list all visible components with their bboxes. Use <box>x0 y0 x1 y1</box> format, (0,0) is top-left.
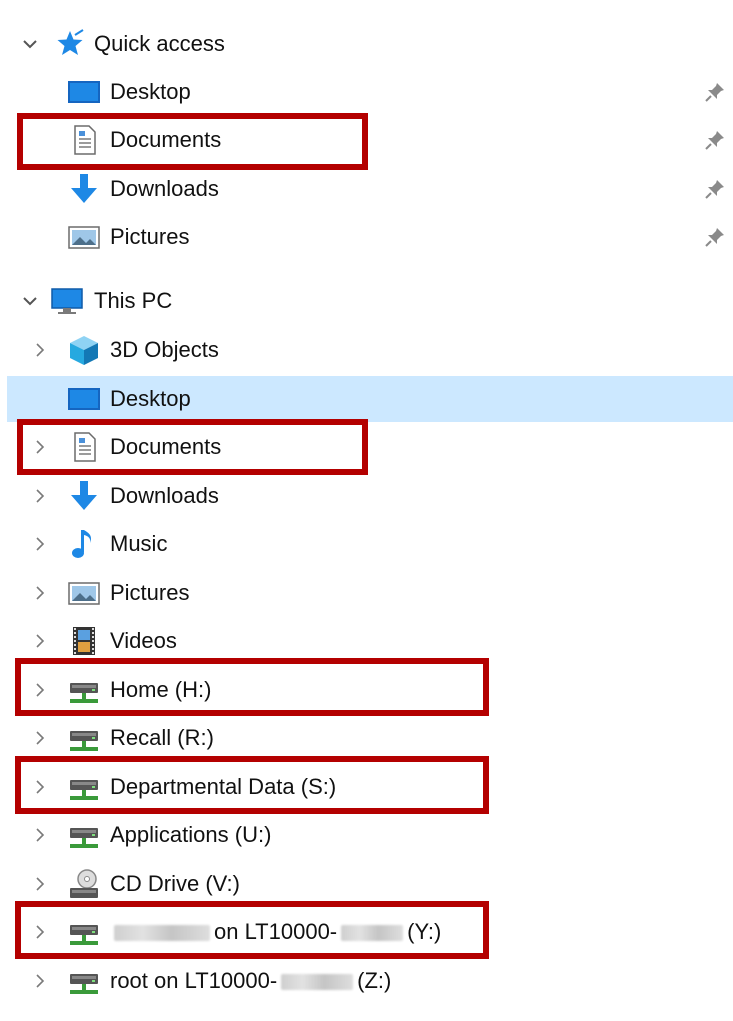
pin-icon[interactable] <box>703 225 727 249</box>
item-label: Applications (U:) <box>110 822 272 847</box>
item-label: Videos <box>110 628 177 653</box>
network-drive-icon <box>67 915 101 949</box>
item-label: 3D Objects <box>110 337 219 362</box>
chevron-right-icon[interactable] <box>32 585 48 601</box>
network-drive-icon <box>67 770 101 804</box>
redacted-text <box>114 925 210 942</box>
this-pc-item-documents[interactable]: Documents <box>0 424 733 470</box>
downloads-icon <box>67 172 101 206</box>
item-label: Home (H:) <box>110 677 212 702</box>
this-pc-item-desktop[interactable]: Desktop <box>7 376 733 422</box>
item-label: on LT10000- (Y:) <box>110 918 441 946</box>
downloads-icon <box>67 479 101 513</box>
chevron-right-icon[interactable] <box>32 827 48 843</box>
this-pc-item-departmental-drive[interactable]: Departmental Data (S:) <box>0 764 733 810</box>
chevron-right-icon[interactable] <box>32 342 48 358</box>
pin-icon[interactable] <box>703 128 727 152</box>
this-pc-label: This PC <box>94 288 173 313</box>
this-pc-item-cd-drive[interactable]: CD Drive (V:) <box>0 861 733 907</box>
item-label: Desktop <box>110 386 191 411</box>
quick-access-item-pictures[interactable]: Pictures <box>0 214 733 260</box>
this-pc-item-3d-objects[interactable]: 3D Objects <box>0 327 733 373</box>
documents-icon <box>67 123 101 157</box>
chevron-right-icon[interactable] <box>32 876 48 892</box>
this-pc-item-videos[interactable]: Videos <box>0 618 733 664</box>
item-label: root on LT10000- (Z:) <box>110 967 391 995</box>
desktop-icon <box>67 75 101 109</box>
network-drive-icon <box>67 818 101 852</box>
redacted-text <box>341 925 404 942</box>
3d-objects-icon <box>67 333 101 367</box>
this-pc-header[interactable]: This PC <box>0 278 733 324</box>
this-pc-item-z-drive[interactable]: root on LT10000- (Z:) <box>0 958 733 1004</box>
quick-access-header[interactable]: Quick access <box>0 21 733 67</box>
redacted-text <box>281 974 354 991</box>
this-pc-item-music[interactable]: Music <box>0 521 733 567</box>
pin-icon[interactable] <box>703 177 727 201</box>
this-pc-item-pictures[interactable]: Pictures <box>0 570 733 616</box>
chevron-right-icon[interactable] <box>32 536 48 552</box>
documents-icon <box>67 430 101 464</box>
chevron-right-icon[interactable] <box>32 488 48 504</box>
this-pc-item-downloads[interactable]: Downloads <box>0 473 733 519</box>
item-label: Documents <box>110 127 222 152</box>
chevron-right-icon[interactable] <box>32 973 48 989</box>
label-part: root on LT10000- <box>110 968 278 993</box>
item-label: Downloads <box>110 483 219 508</box>
computer-icon <box>50 284 84 318</box>
navigation-pane: Quick access Desktop Documents Downloads <box>0 0 733 1021</box>
item-label: Recall (R:) <box>110 725 214 750</box>
item-label: Pictures <box>110 580 190 605</box>
videos-icon <box>67 624 101 658</box>
this-pc-item-applications-drive[interactable]: Applications (U:) <box>0 812 733 858</box>
chevron-right-icon[interactable] <box>32 924 48 940</box>
desktop-icon <box>67 382 101 416</box>
chevron-down-icon[interactable] <box>22 36 38 52</box>
chevron-right-icon[interactable] <box>32 682 48 698</box>
quick-access-item-documents[interactable]: Documents <box>0 117 733 163</box>
chevron-right-icon[interactable] <box>32 633 48 649</box>
item-label: Pictures <box>110 224 190 249</box>
chevron-right-icon[interactable] <box>32 439 48 455</box>
chevron-down-icon[interactable] <box>22 293 38 309</box>
network-drive-icon <box>67 673 101 707</box>
this-pc-item-recall-drive[interactable]: Recall (R:) <box>0 715 733 761</box>
pin-icon[interactable] <box>703 80 727 104</box>
quick-access-item-desktop[interactable]: Desktop <box>0 69 733 115</box>
network-drive-icon <box>67 721 101 755</box>
network-drive-icon <box>67 964 101 998</box>
this-pc-item-y-drive[interactable]: on LT10000- (Y:) <box>0 909 733 955</box>
this-pc-item-home-drive[interactable]: Home (H:) <box>0 667 733 713</box>
quick-access-item-downloads[interactable]: Downloads <box>0 166 733 212</box>
label-part: (Y:) <box>407 919 442 944</box>
quick-access-label: Quick access <box>94 31 225 56</box>
chevron-right-icon[interactable] <box>32 779 48 795</box>
item-label: Music <box>110 531 168 556</box>
item-label: Downloads <box>110 176 219 201</box>
pictures-icon <box>67 220 101 254</box>
music-icon <box>67 527 101 561</box>
item-label: Desktop <box>110 79 191 104</box>
item-label: Departmental Data (S:) <box>110 774 337 799</box>
label-part: (Z:) <box>357 968 392 993</box>
label-part: on LT10000- <box>214 919 338 944</box>
item-label: Documents <box>110 434 222 459</box>
item-label: CD Drive (V:) <box>110 871 240 896</box>
cd-drive-icon <box>67 867 101 901</box>
star-pin-icon <box>53 27 87 61</box>
pictures-icon <box>67 576 101 610</box>
chevron-right-icon[interactable] <box>32 730 48 746</box>
